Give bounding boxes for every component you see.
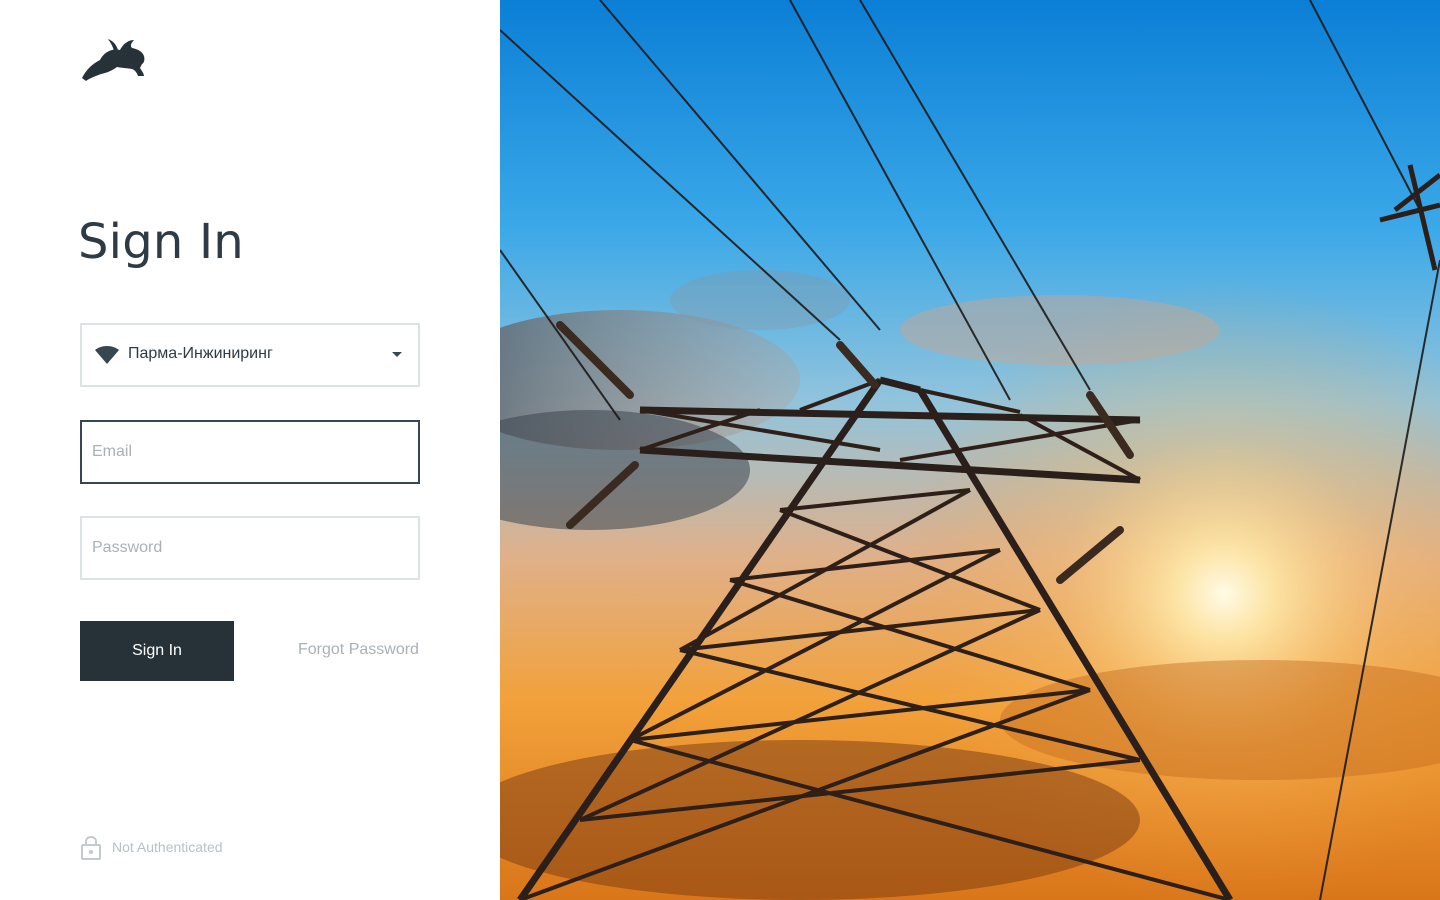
auth-status-text: Not Authenticated — [112, 839, 223, 855]
email-field[interactable] — [82, 422, 418, 482]
transmission-tower-image — [500, 0, 1440, 900]
chevron-down-icon[interactable] — [392, 352, 402, 357]
password-field[interactable] — [82, 518, 418, 578]
forgot-password-link[interactable]: Forgot Password — [298, 641, 419, 659]
page-title: Sign In — [78, 214, 244, 270]
password-field-container — [80, 516, 420, 580]
organization-select[interactable]: Парма-Инжиниринг — [80, 323, 420, 387]
organization-select-value: Парма-Инжиниринг — [128, 345, 273, 362]
lock-icon — [81, 835, 101, 860]
email-field-container — [80, 420, 420, 484]
wifi-icon — [95, 346, 119, 364]
sign-in-button[interactable]: Sign In — [80, 621, 234, 681]
hare-logo-icon — [82, 39, 145, 81]
sign-in-panel: Sign In Парма-Инжиниринг Sign In Forgot … — [0, 0, 500, 900]
hero-image — [500, 0, 1440, 900]
